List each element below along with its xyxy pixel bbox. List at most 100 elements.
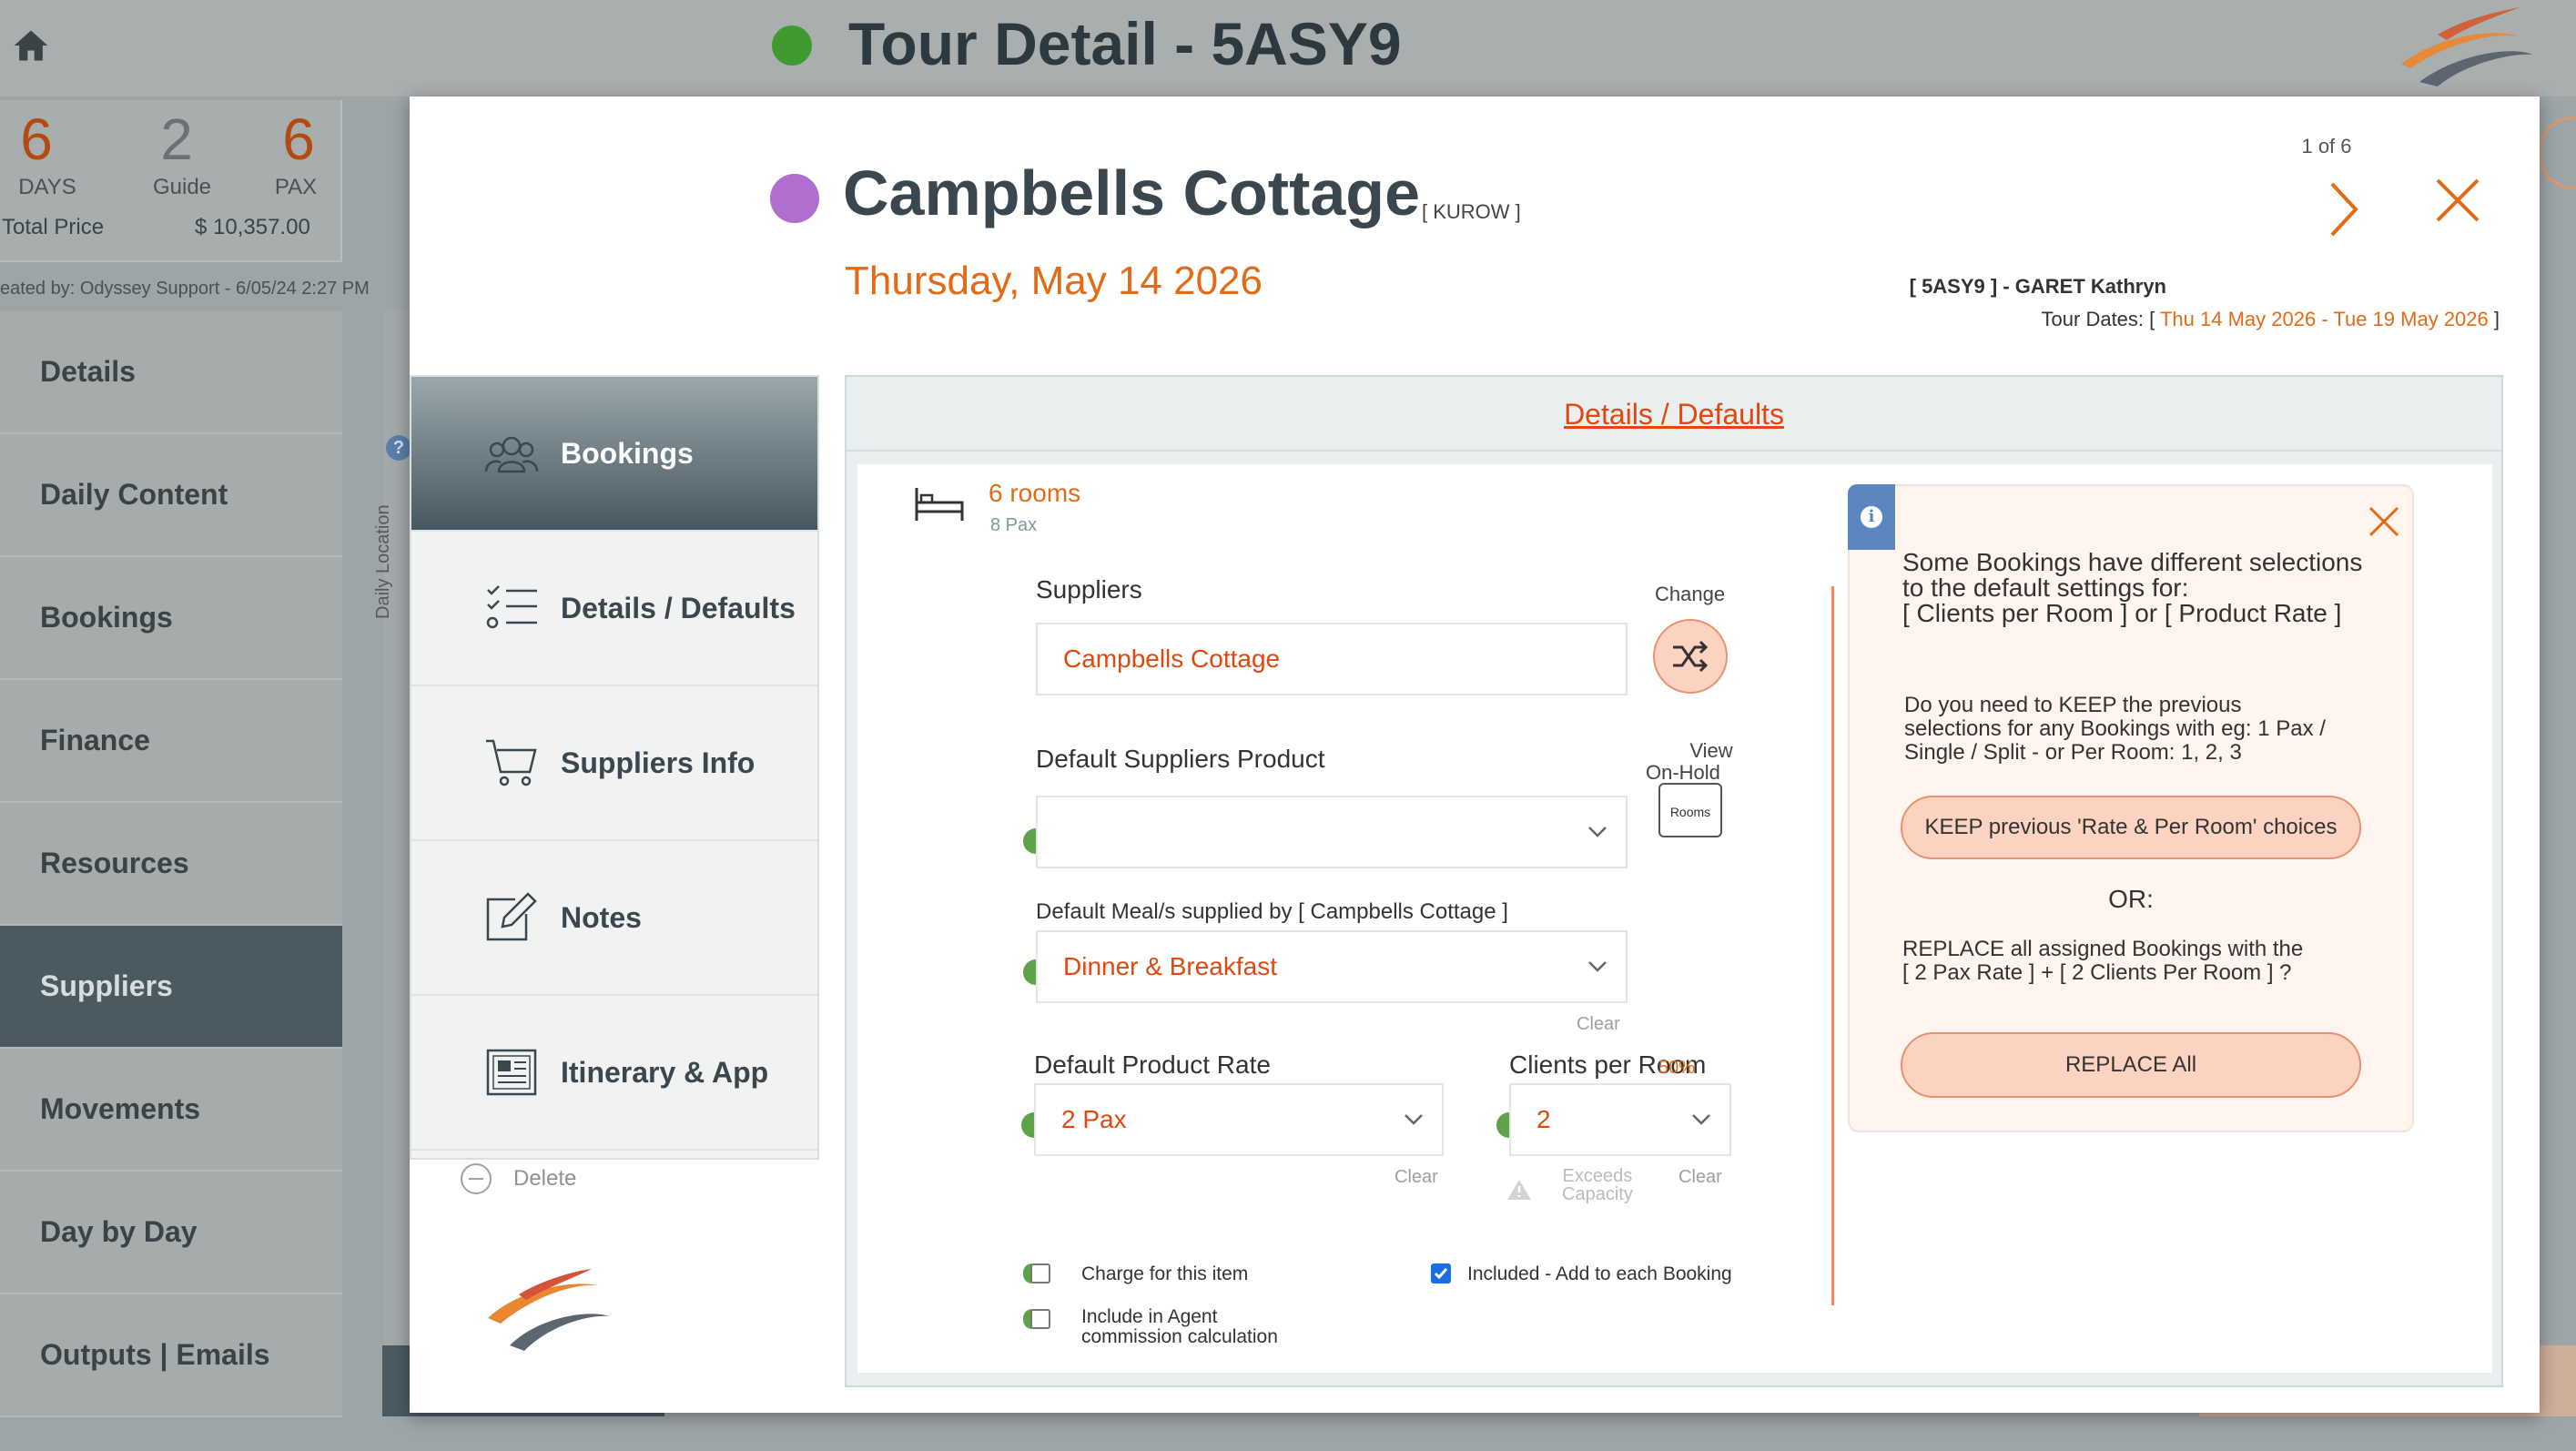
agent-commission-checkbox[interactable] bbox=[1030, 1309, 1050, 1329]
tour-dates-separator: - bbox=[2316, 308, 2334, 330]
default-product-select[interactable] bbox=[1036, 796, 1628, 868]
delete-button[interactable]: Delete bbox=[461, 1163, 576, 1194]
view-onhold-rooms-button[interactable]: Rooms bbox=[1658, 783, 1722, 837]
pax-value: 6 bbox=[282, 107, 315, 172]
tab-label: Notes bbox=[561, 900, 642, 934]
default-rate-select[interactable]: 2 Pax bbox=[1034, 1083, 1444, 1156]
brand-logo bbox=[2401, 7, 2533, 86]
replace-question-line-1: REPLACE all assigned Bookings with the bbox=[1902, 937, 2304, 961]
checklist-icon bbox=[486, 585, 537, 629]
page-title: Tour Detail - 5ASY9 bbox=[848, 10, 1402, 77]
clients-per-room-select[interactable]: 2 bbox=[1509, 1083, 1731, 1156]
default-meals-label: Default Meal/s supplied by [ Campbells C… bbox=[1036, 899, 1508, 924]
notice-line-3: [ Clients per Room ] or [ Product Rate ] bbox=[1902, 599, 2342, 627]
clear-meals-button[interactable]: Clear bbox=[1577, 1014, 1620, 1035]
nav-daily-content[interactable]: Daily Content bbox=[0, 434, 342, 557]
clear-rate-button[interactable]: Clear bbox=[1394, 1167, 1438, 1188]
total-price-label: Total Price bbox=[2, 215, 105, 239]
change-supplier-button[interactable] bbox=[1653, 619, 1728, 694]
days-value: 6 bbox=[20, 107, 53, 172]
notice-text: Some Bookings have different selections … bbox=[1902, 550, 2362, 626]
nav-label: Resources bbox=[40, 847, 189, 879]
tour-dates-end: Tue 19 May 2026 bbox=[2333, 308, 2489, 330]
tab-label: Bookings bbox=[561, 436, 694, 470]
supplier-detail-modal: Campbells Cottage [ KUROW ] Thursday, Ma… bbox=[410, 96, 2540, 1413]
or-label: OR: bbox=[2108, 885, 2154, 913]
nav-movements[interactable]: Movements bbox=[0, 1049, 342, 1172]
tour-dates-start: Thu 14 May 2026 bbox=[2159, 308, 2317, 330]
keep-question: Do you need to KEEP the previous selecti… bbox=[1904, 694, 2326, 765]
tab-label: Itinerary & App bbox=[561, 1055, 769, 1089]
default-rate-value: 2 Pax bbox=[1061, 1105, 1127, 1133]
daily-location-label: Daily Location bbox=[373, 504, 393, 619]
minus-circle-icon bbox=[461, 1163, 492, 1194]
help-icon[interactable]: ? bbox=[386, 435, 411, 461]
default-rate-label: Default Product Rate bbox=[1034, 1050, 1271, 1079]
included-label: Included - Add to each Booking bbox=[1467, 1263, 1732, 1284]
suppliers-field[interactable]: Campbells Cottage bbox=[1036, 623, 1628, 695]
nav-suppliers[interactable]: Suppliers bbox=[0, 926, 342, 1049]
exceeds-label: Exceeds bbox=[1562, 1166, 1633, 1186]
tour-status-dot bbox=[772, 25, 812, 66]
close-icon[interactable] bbox=[2365, 502, 2403, 541]
nav-finance[interactable]: Finance bbox=[0, 680, 342, 803]
tab-label: Details / Defaults bbox=[561, 591, 796, 624]
chevron-down-icon bbox=[1692, 1114, 1710, 1125]
tab-details-defaults[interactable]: Details / Defaults bbox=[411, 532, 817, 686]
nav-label: Day by Day bbox=[40, 1215, 198, 1248]
warning-icon bbox=[1507, 1180, 1531, 1200]
charge-checkbox[interactable] bbox=[1030, 1263, 1050, 1284]
change-label: Change bbox=[1655, 583, 1726, 605]
nav-bookings[interactable]: Bookings bbox=[0, 557, 342, 680]
keep-previous-button[interactable]: KEEP previous 'Rate & Per Room' choices bbox=[1901, 796, 2361, 859]
tour-dates-prefix: Tour Dates: [ bbox=[2041, 308, 2155, 330]
keep-question-line-1: Do you need to KEEP the previous bbox=[1904, 693, 2242, 717]
clear-clients-button[interactable]: Clear bbox=[1678, 1167, 1722, 1188]
nav-label: Finance bbox=[40, 724, 150, 756]
nav-details[interactable]: Details bbox=[0, 311, 342, 434]
modal-tabs: Bookings Details / Defaults Suppliers In… bbox=[410, 375, 819, 1160]
panel-heading[interactable]: Details / Defaults bbox=[847, 377, 2501, 452]
replace-all-button[interactable]: REPLACE All bbox=[1901, 1032, 2361, 1098]
guide-label: Guide bbox=[152, 175, 212, 199]
included-checkbox[interactable] bbox=[1431, 1263, 1451, 1284]
suppliers-label: Suppliers bbox=[1036, 575, 1142, 604]
chevron-down-icon bbox=[1588, 827, 1607, 837]
nav-resources[interactable]: Resources bbox=[0, 803, 342, 926]
created-by: eated by: Odyssey Support - 6/05/24 2:27… bbox=[0, 279, 370, 299]
room-count: 6 rooms bbox=[989, 479, 1081, 507]
suppliers-value: Campbells Cottage bbox=[1063, 644, 1281, 673]
cart-icon bbox=[486, 739, 537, 786]
clients-per-room-value: 2 bbox=[1536, 1105, 1551, 1133]
nav-day-by-day[interactable]: Day by Day bbox=[0, 1172, 342, 1294]
chevron-down-icon bbox=[1405, 1114, 1423, 1125]
agent-commission-line-1: Include in Agent bbox=[1081, 1306, 1218, 1327]
tab-notes[interactable]: Notes bbox=[411, 841, 817, 996]
tab-itinerary-app[interactable]: Itinerary & App bbox=[411, 996, 817, 1151]
calendar-icon-text: Rooms bbox=[1669, 805, 1711, 819]
pax-label: PAX bbox=[274, 175, 318, 199]
tab-bookings[interactable]: Bookings bbox=[411, 377, 817, 532]
tab-suppliers-info[interactable]: Suppliers Info bbox=[411, 686, 817, 841]
total-price-value: $ 10,357.00 bbox=[195, 215, 310, 239]
chevron-right-icon[interactable] bbox=[2316, 173, 2370, 246]
default-meals-select[interactable]: Dinner & Breakfast bbox=[1036, 930, 1628, 1003]
tab-label: Suppliers Info bbox=[561, 746, 756, 779]
default-meals-value: Dinner & Breakfast bbox=[1063, 952, 1277, 980]
nav-outputs-emails[interactable]: Outputs | Emails bbox=[0, 1294, 342, 1417]
shuffle-icon bbox=[1673, 640, 1709, 673]
close-icon[interactable] bbox=[2430, 173, 2485, 228]
charge-label: Charge for this item bbox=[1081, 1263, 1249, 1284]
divider bbox=[1831, 586, 1834, 1305]
view-label: View bbox=[1689, 739, 1733, 762]
keep-question-line-2: selections for any Bookings with eg: 1 P… bbox=[1904, 716, 2326, 741]
rate-conflict-notice: i Some Bookings have different selection… bbox=[1848, 484, 2414, 1132]
tour-dates: Tour Dates: [ Thu 14 May 2026 - Tue 19 M… bbox=[1502, 308, 2500, 331]
tour-reference: [ 5ASY9 ] - GARET Kathryn bbox=[1909, 275, 2166, 298]
notice-line-2: to the default settings for: bbox=[1902, 573, 2189, 602]
background-ring bbox=[2538, 117, 2576, 189]
supplier-status-dot bbox=[770, 174, 819, 223]
home-icon[interactable] bbox=[11, 25, 51, 66]
default-product-label: Default Suppliers Product bbox=[1036, 745, 1325, 773]
keep-previous-label: KEEP previous 'Rate & Per Room' choices bbox=[1924, 815, 2338, 839]
